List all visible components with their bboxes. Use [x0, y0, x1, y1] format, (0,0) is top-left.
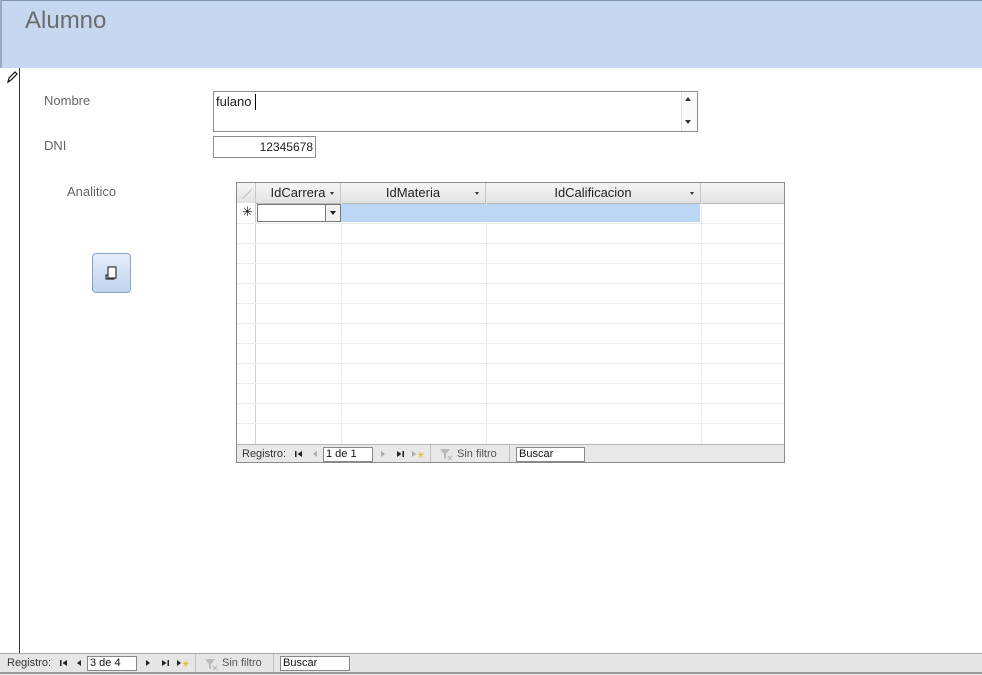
divider [430, 445, 431, 462]
nombre-scrollbar[interactable] [681, 92, 697, 131]
svg-text:✳: ✳ [417, 451, 425, 459]
filter-icon [205, 659, 218, 671]
analitico-label: Analitico [67, 184, 117, 199]
column-header-label: IdMateria [385, 185, 441, 200]
nombre-field[interactable]: fulano [213, 91, 698, 132]
divider [195, 654, 196, 673]
previous-record-icon[interactable] [310, 449, 320, 459]
grid-line [341, 203, 342, 444]
grid-line [486, 203, 487, 444]
new-record-icon[interactable]: ✳ [411, 449, 425, 459]
chevron-down-icon [329, 211, 336, 215]
report-icon [105, 266, 117, 280]
new-record-icon[interactable]: ✳ [176, 658, 190, 668]
next-record-icon[interactable] [143, 658, 153, 668]
column-header-label: IdCalificacion [554, 185, 632, 200]
next-record-icon[interactable] [378, 449, 388, 459]
column-header-idcarrera[interactable]: IdCarrera [256, 183, 341, 203]
chevron-down-icon[interactable] [690, 192, 694, 195]
subform-search-input[interactable]: Buscar [516, 447, 585, 462]
first-record-icon[interactable] [59, 658, 69, 668]
new-record-row[interactable] [341, 204, 700, 222]
pencil-icon [7, 71, 18, 84]
scroll-up-icon[interactable] [685, 97, 691, 101]
header-top-border [0, 0, 982, 1]
subform-record-position[interactable]: 1 de 1 [323, 447, 373, 462]
analitico-subform[interactable]: IdCarrera IdMateria IdCalificacion ✳ Reg… [236, 182, 785, 463]
dni-value: 12345678 [259, 140, 313, 154]
nombre-label: Nombre [44, 93, 91, 108]
svg-text:✳: ✳ [182, 660, 190, 668]
scroll-down-icon[interactable] [685, 120, 691, 124]
chevron-down-icon[interactable] [475, 192, 479, 195]
datasheet-header: IdCarrera IdMateria IdCalificacion [237, 183, 784, 204]
corner-mark [240, 187, 252, 199]
form-header: Alumno [0, 0, 982, 68]
previous-record-icon[interactable] [74, 658, 84, 668]
last-record-icon[interactable] [395, 449, 405, 459]
new-record-marker: ✳ [242, 204, 253, 219]
divider [509, 445, 510, 462]
record-selector[interactable] [0, 68, 20, 653]
text-caret [255, 94, 256, 110]
search-input[interactable]: Buscar [280, 656, 350, 671]
subform-nav-label: Registro: [242, 448, 287, 460]
header-left-edge [0, 0, 2, 68]
nav-label: Registro: [7, 657, 52, 669]
analitico-report-button[interactable] [92, 253, 131, 293]
select-all-corner[interactable] [237, 183, 256, 203]
record-position[interactable]: 3 de 4 [87, 656, 137, 671]
filter-status[interactable]: Sin filtro [222, 657, 262, 669]
dni-label: DNI [44, 138, 67, 153]
nombre-value: fulano [216, 94, 252, 109]
column-header-idmateria[interactable]: IdMateria [341, 183, 486, 203]
dni-field[interactable]: 12345678 [213, 136, 316, 158]
form-title: Alumno [25, 7, 107, 34]
first-record-icon[interactable] [294, 449, 304, 459]
subform-filter-status[interactable]: Sin filtro [457, 448, 497, 460]
grid-line [701, 203, 702, 444]
divider [273, 654, 274, 673]
idcarrera-combo[interactable] [257, 204, 341, 222]
combo-dropdown-button[interactable] [325, 205, 340, 221]
subform-navigation-bar: Registro: 1 de 1 ✳ Sin filtro Buscar [237, 444, 784, 462]
column-header-label: IdCarrera [270, 185, 326, 200]
column-header-idcalificacion[interactable]: IdCalificacion [486, 183, 701, 203]
chevron-down-icon[interactable] [330, 192, 334, 195]
filter-icon [440, 449, 453, 461]
last-record-icon[interactable] [160, 658, 170, 668]
